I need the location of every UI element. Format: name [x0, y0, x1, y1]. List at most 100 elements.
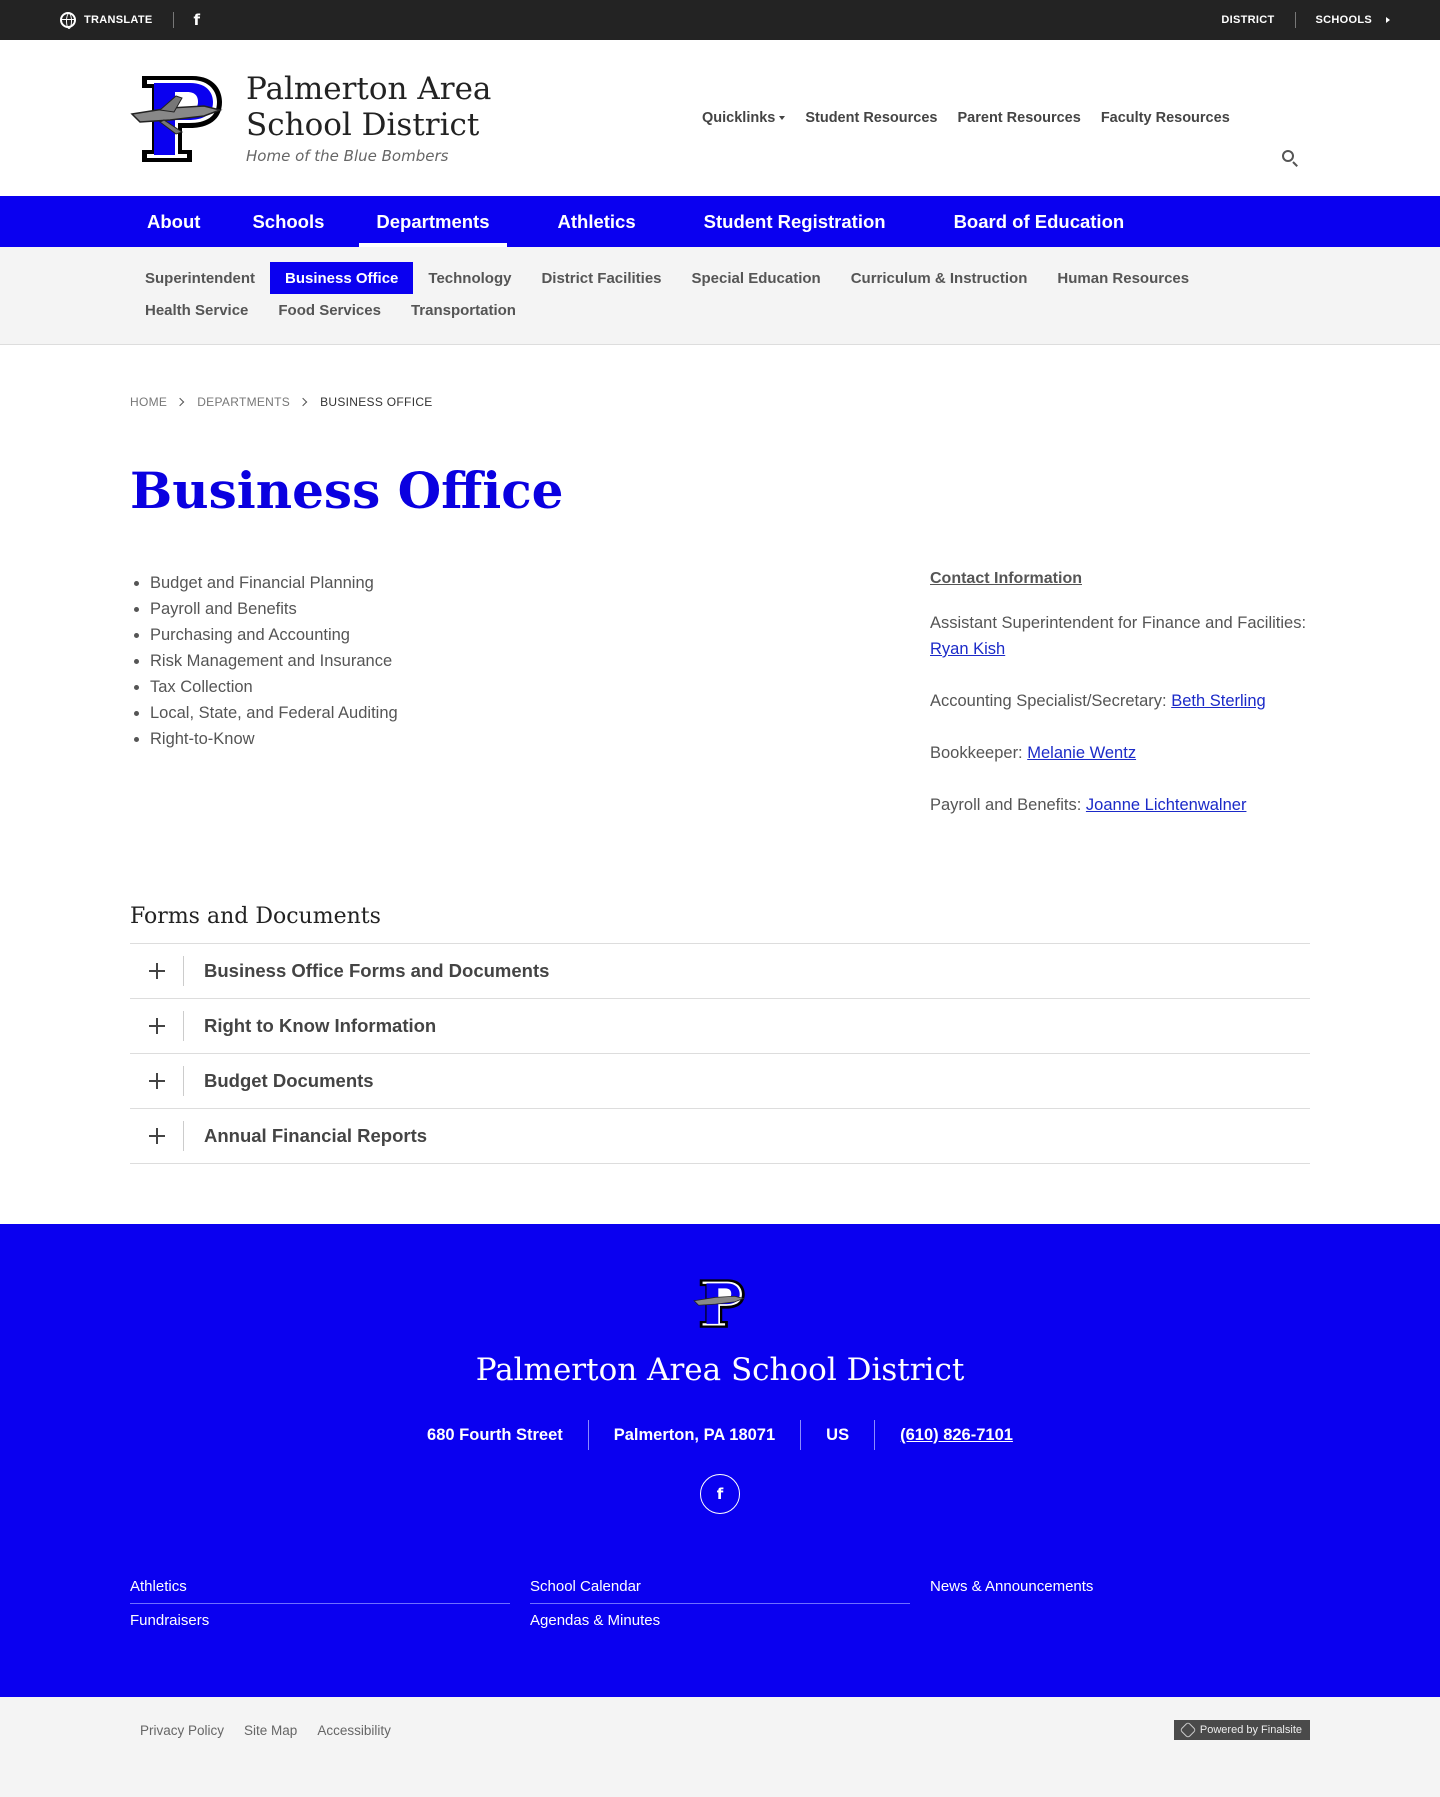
nav-schools[interactable]: Schools — [235, 196, 341, 247]
search-icon[interactable] — [1282, 150, 1294, 162]
facebook-icon[interactable]: f — [194, 11, 201, 29]
list-item: Local, State, and Federal Auditing — [130, 700, 930, 726]
contact-entry: Payroll and Benefits: Joanne Lichtenwaln… — [930, 792, 1310, 818]
powered-by-finalsite-badge[interactable]: Powered by Finalsite — [1173, 1720, 1310, 1740]
privacy-policy-link[interactable]: Privacy Policy — [140, 1723, 224, 1738]
footer-col-1: Athletics Fundraisers — [130, 1570, 510, 1637]
subnav-district-facilities[interactable]: District Facilities — [526, 262, 676, 294]
p-logo-icon — [693, 1279, 746, 1328]
subnav-superintendent[interactable]: Superintendent — [130, 262, 270, 294]
subnav-special-education[interactable]: Special Education — [677, 262, 836, 294]
footer-link-news-announcements[interactable]: News & Announcements — [930, 1570, 1310, 1603]
subnav-transportation[interactable]: Transportation — [396, 294, 531, 326]
contact-entry: Bookkeeper: Melanie Wentz — [930, 740, 1310, 766]
contact-link-beth-sterling[interactable]: Beth Sterling — [1171, 692, 1265, 710]
footer-col-2: School Calendar Agendas & Minutes — [530, 1570, 910, 1637]
phone-link[interactable]: (610) 826-7101 — [875, 1420, 1038, 1450]
nav-departments[interactable]: Departments — [359, 196, 507, 247]
contact-link-melanie-wentz[interactable]: Melanie Wentz — [1027, 744, 1136, 762]
contact-info: Contact Information Assistant Superinten… — [930, 570, 1310, 844]
caret-right-icon — [1386, 17, 1390, 23]
plus-icon — [148, 1018, 165, 1034]
main-content: HOME DEPARTMENTS BUSINESS OFFICE Busines… — [0, 345, 1440, 1224]
expand-toggle[interactable] — [130, 1011, 184, 1041]
header-nav: Quicklinks Student Resources Parent Reso… — [702, 110, 1230, 126]
p-logo-icon — [130, 76, 223, 162]
chevron-right-icon — [298, 397, 308, 407]
faculty-resources-link[interactable]: Faculty Resources — [1101, 110, 1230, 126]
contact-entry: Assistant Superintendent for Finance and… — [930, 610, 1310, 662]
subnav-food-services[interactable]: Food Services — [263, 294, 396, 326]
accordion-item-right-to-know[interactable]: Right to Know Information — [130, 999, 1310, 1054]
legal-links: Privacy Policy Site Map Accessibility — [140, 1723, 391, 1738]
quicklinks-label: Quicklinks — [702, 110, 776, 126]
nav-student-registration[interactable]: Student Registration — [687, 196, 903, 247]
nav-about[interactable]: About — [130, 196, 217, 247]
forms-heading: Forms and Documents — [130, 904, 381, 929]
list-item: Risk Management and Insurance — [130, 648, 930, 674]
footer-link-school-calendar[interactable]: School Calendar — [530, 1570, 910, 1604]
expand-toggle[interactable] — [130, 1121, 184, 1151]
subnav-health-service[interactable]: Health Service — [130, 294, 263, 326]
site-map-link[interactable]: Site Map — [244, 1723, 297, 1738]
list-item: Payroll and Benefits — [130, 596, 930, 622]
contact-role: Assistant Superintendent for Finance and… — [930, 614, 1307, 632]
footer-logo[interactable] — [693, 1276, 747, 1330]
accordion-item-business-office-forms[interactable]: Business Office Forms and Documents — [130, 944, 1310, 999]
facebook-icon[interactable]: f — [700, 1474, 740, 1514]
district-link[interactable]: DISTRICT — [1221, 14, 1274, 26]
sub-nav: Superintendent Business Office Technolog… — [0, 247, 1440, 345]
expand-toggle[interactable] — [130, 956, 184, 986]
list-item: Budget and Financial Planning — [130, 570, 930, 596]
plus-icon — [148, 1073, 165, 1089]
site-title[interactable]: Palmerton Area School District — [246, 71, 586, 143]
accordion-item-budget-documents[interactable]: Budget Documents — [130, 1054, 1310, 1109]
accordion-title: Annual Financial Reports — [204, 1125, 428, 1146]
list-item: Purchasing and Accounting — [130, 622, 930, 648]
accordion-title: Budget Documents — [204, 1070, 374, 1091]
expand-toggle[interactable] — [130, 1066, 184, 1096]
parent-resources-link[interactable]: Parent Resources — [958, 110, 1081, 126]
nav-board-of-education[interactable]: Board of Education — [937, 196, 1142, 247]
contact-role: Accounting Specialist/Secretary: — [930, 692, 1172, 710]
main-nav: About Schools Departments Athletics Stud… — [0, 196, 1440, 247]
nav-athletics[interactable]: Athletics — [541, 196, 653, 247]
bottom-bar: Privacy Policy Site Map Accessibility Po… — [0, 1697, 1440, 1797]
list-item: Right-to-Know — [130, 726, 930, 752]
translate-button[interactable]: TRANSLATE — [60, 12, 153, 29]
subnav-human-resources[interactable]: Human Resources — [1042, 262, 1204, 294]
schools-dropdown[interactable]: SCHOOLS — [1315, 14, 1390, 26]
footer-address: 680 Fourth Street Palmerton, PA 18071 US… — [130, 1420, 1310, 1450]
powered-label: Powered by Finalsite — [1199, 1724, 1302, 1736]
contact-heading: Contact Information — [930, 570, 1082, 587]
site-header: Palmerton Area School District Home of t… — [0, 40, 1440, 196]
plus-icon — [148, 1128, 165, 1144]
contact-link-joanne-lichtenwalner[interactable]: Joanne Lichtenwalner — [1086, 796, 1247, 814]
footer-link-fundraisers[interactable]: Fundraisers — [130, 1604, 510, 1637]
translate-label: TRANSLATE — [84, 14, 153, 26]
subnav-technology[interactable]: Technology — [413, 262, 526, 294]
chevron-right-icon — [175, 397, 185, 407]
contact-link-ryan-kish[interactable]: Ryan Kish — [930, 640, 1005, 658]
caret-down-icon — [779, 116, 786, 121]
footer-link-athletics[interactable]: Athletics — [130, 1570, 510, 1604]
accessibility-link[interactable]: Accessibility — [317, 1723, 391, 1738]
district-logo[interactable] — [130, 70, 226, 166]
accordion-item-annual-financial-reports[interactable]: Annual Financial Reports — [130, 1109, 1310, 1164]
utility-bar: TRANSLATE f DISTRICT SCHOOLS — [0, 0, 1440, 40]
address-street: 680 Fourth Street — [402, 1420, 589, 1450]
footer-col-3: News & Announcements — [930, 1570, 1310, 1637]
subnav-curriculum-instruction[interactable]: Curriculum & Instruction — [836, 262, 1043, 294]
schools-label: SCHOOLS — [1315, 14, 1372, 26]
quicklinks-dropdown[interactable]: Quicklinks — [702, 110, 786, 126]
breadcrumb-current: BUSINESS OFFICE — [320, 395, 433, 409]
breadcrumb-departments[interactable]: DEPARTMENTS — [197, 395, 290, 409]
site-footer: Palmerton Area School District 680 Fourt… — [0, 1224, 1440, 1697]
student-resources-link[interactable]: Student Resources — [805, 110, 937, 126]
contact-entry: Accounting Specialist/Secretary: Beth St… — [930, 688, 1310, 714]
plus-icon — [148, 963, 165, 979]
finalsite-icon — [1179, 1721, 1197, 1739]
subnav-business-office[interactable]: Business Office — [270, 262, 414, 294]
breadcrumb-home[interactable]: HOME — [130, 395, 167, 409]
footer-link-agendas-minutes[interactable]: Agendas & Minutes — [530, 1604, 910, 1637]
